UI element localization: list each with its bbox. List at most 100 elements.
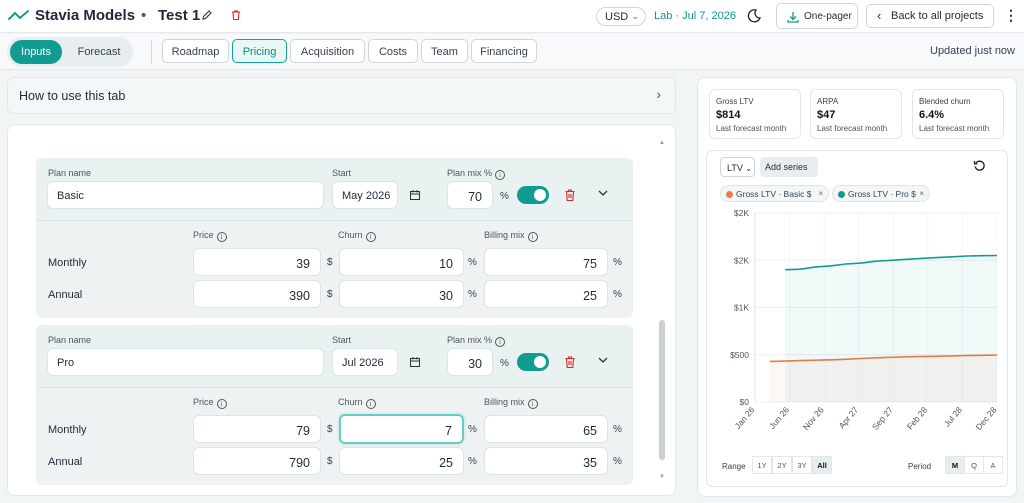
- billing-mix-input[interactable]: 65: [484, 415, 608, 443]
- plan-mix-input[interactable]: 70: [447, 181, 493, 209]
- back-label: Back to all projects: [891, 10, 984, 22]
- range-2y[interactable]: 2Y: [772, 456, 792, 474]
- price-input[interactable]: 390: [193, 280, 321, 308]
- metric-select[interactable]: LTV ⌄: [720, 157, 755, 177]
- range-1y[interactable]: 1Y: [752, 456, 772, 474]
- tab-roadmap[interactable]: Roadmap: [162, 39, 229, 63]
- start-input[interactable]: May 2026: [332, 181, 398, 209]
- tab-pricing[interactable]: Pricing: [232, 39, 287, 63]
- sub-nav: Inputs Forecast Roadmap Pricing Acquisit…: [0, 34, 1024, 70]
- info-icon[interactable]: i: [527, 399, 538, 409]
- percent-unit: %: [500, 358, 509, 369]
- scrollbar[interactable]: ▲ ▼: [659, 140, 665, 482]
- scroll-down-icon[interactable]: ▼: [659, 474, 665, 480]
- one-pager-button[interactable]: One-pager: [776, 3, 858, 29]
- plan-enabled-toggle[interactable]: [517, 353, 549, 371]
- billing-mix-input[interactable]: 25: [484, 280, 608, 308]
- period-annual[interactable]: A: [983, 456, 1003, 474]
- delete-plan-icon[interactable]: [564, 188, 576, 205]
- kpi-title: ARPA: [817, 97, 839, 106]
- info-icon[interactable]: i: [365, 399, 376, 409]
- tab-forecast[interactable]: Forecast: [70, 40, 128, 64]
- chevron-down-icon[interactable]: [597, 355, 609, 368]
- close-icon[interactable]: ×: [818, 189, 823, 198]
- churn-header-text: Churn: [338, 397, 363, 407]
- kpi-title: Blended churn: [919, 97, 971, 106]
- scrollbar-thumb[interactable]: [659, 320, 665, 460]
- tab-financing[interactable]: Financing: [471, 39, 537, 63]
- price-header-text: Price: [193, 230, 214, 240]
- calendar-icon[interactable]: [409, 189, 421, 204]
- percent-unit: %: [613, 289, 622, 300]
- series-chip-pro[interactable]: Gross LTV · Pro $ ×: [832, 185, 930, 202]
- churn-header-text: Churn: [338, 230, 363, 240]
- plan-header: Plan name Pro Start Jul 2026 Plan mix % i…: [36, 325, 633, 387]
- kpi-subtitle: Last forecast month: [817, 124, 888, 133]
- billing-mix-header-text: Billing mix: [484, 230, 525, 240]
- churn-input[interactable]: 10: [339, 248, 464, 276]
- lab-date: Lab · Jul 7, 2026: [654, 10, 736, 22]
- chevron-down-icon[interactable]: [597, 188, 609, 201]
- plan-name-label: Plan name: [48, 168, 92, 178]
- range-3y[interactable]: 3Y: [792, 456, 812, 474]
- info-icon[interactable]: i: [527, 232, 538, 242]
- range-all[interactable]: All: [812, 456, 832, 474]
- currency-select[interactable]: USD ⌄: [596, 7, 646, 26]
- info-icon[interactable]: i: [365, 232, 376, 242]
- row-label-monthly: Monthly: [48, 424, 87, 436]
- close-icon[interactable]: ×: [919, 189, 924, 198]
- info-icon[interactable]: i: [495, 170, 506, 180]
- period-quarterly[interactable]: Q: [964, 456, 984, 474]
- plan-name-input[interactable]: Pro: [47, 348, 324, 376]
- x-tick-label: Jan 26: [732, 405, 756, 431]
- plan-mix-input[interactable]: 30: [447, 348, 493, 376]
- y-tick-label: $1K: [734, 303, 749, 313]
- tab-acquisition[interactable]: Acquisition: [290, 39, 365, 63]
- price-header: Price i: [193, 397, 227, 409]
- price-input[interactable]: 790: [193, 447, 321, 475]
- percent-unit: %: [613, 257, 622, 268]
- x-tick-label: Nov 26: [801, 405, 826, 432]
- calendar-icon[interactable]: [409, 356, 421, 371]
- x-tick-label: Jul 28: [942, 405, 964, 429]
- info-icon[interactable]: i: [216, 232, 227, 242]
- churn-input[interactable]: 30: [339, 280, 464, 308]
- info-icon[interactable]: i: [216, 399, 227, 409]
- back-to-projects-button[interactable]: ‹ Back to all projects: [866, 4, 994, 28]
- billing-mix-input[interactable]: 75: [484, 248, 608, 276]
- period-monthly[interactable]: M: [945, 456, 965, 474]
- how-to-label: How to use this tab: [19, 89, 126, 103]
- theme-toggle-icon[interactable]: [746, 8, 762, 27]
- series-chip-basic[interactable]: Gross LTV · Basic $ ×: [720, 185, 829, 202]
- range-label: Range: [722, 462, 746, 471]
- start-label: Start: [332, 335, 352, 345]
- price-input[interactable]: 79: [193, 415, 321, 443]
- ltv-chart: $0$500$1K$2K$2KJan 26 Jun 26 Nov 26 Apr 27 S…: [730, 208, 999, 432]
- y-tick-label: $2K: [734, 255, 749, 265]
- billing-mix-input[interactable]: 35: [484, 447, 608, 475]
- price-input[interactable]: 39: [193, 248, 321, 276]
- chevron-left-icon: ‹: [877, 8, 882, 23]
- delete-plan-icon[interactable]: [564, 355, 576, 372]
- tab-costs[interactable]: Costs: [368, 39, 418, 63]
- edit-icon[interactable]: [201, 9, 213, 24]
- plan-enabled-toggle[interactable]: [517, 186, 549, 204]
- start-input[interactable]: Jul 2026: [332, 348, 398, 376]
- churn-input[interactable]: 7: [339, 414, 464, 444]
- add-series-button[interactable]: Add series: [760, 157, 818, 177]
- tab-team[interactable]: Team: [421, 39, 468, 63]
- divider: [151, 40, 152, 64]
- info-icon[interactable]: i: [495, 337, 506, 347]
- percent-unit: %: [468, 289, 477, 300]
- scroll-up-icon[interactable]: ▲: [659, 140, 665, 146]
- churn-input[interactable]: 25: [339, 447, 464, 475]
- tab-inputs[interactable]: Inputs: [10, 40, 62, 64]
- delete-project-icon[interactable]: [230, 9, 242, 24]
- more-menu-icon[interactable]: ⋮: [1004, 7, 1018, 24]
- billing-mix-header-text: Billing mix: [484, 397, 525, 407]
- churn-header: Churn i: [338, 230, 376, 242]
- how-to-accordion[interactable]: How to use this tab ›: [7, 77, 676, 114]
- download-icon: [787, 12, 799, 23]
- reset-icon[interactable]: [973, 159, 986, 175]
- plan-name-input[interactable]: Basic: [47, 181, 324, 209]
